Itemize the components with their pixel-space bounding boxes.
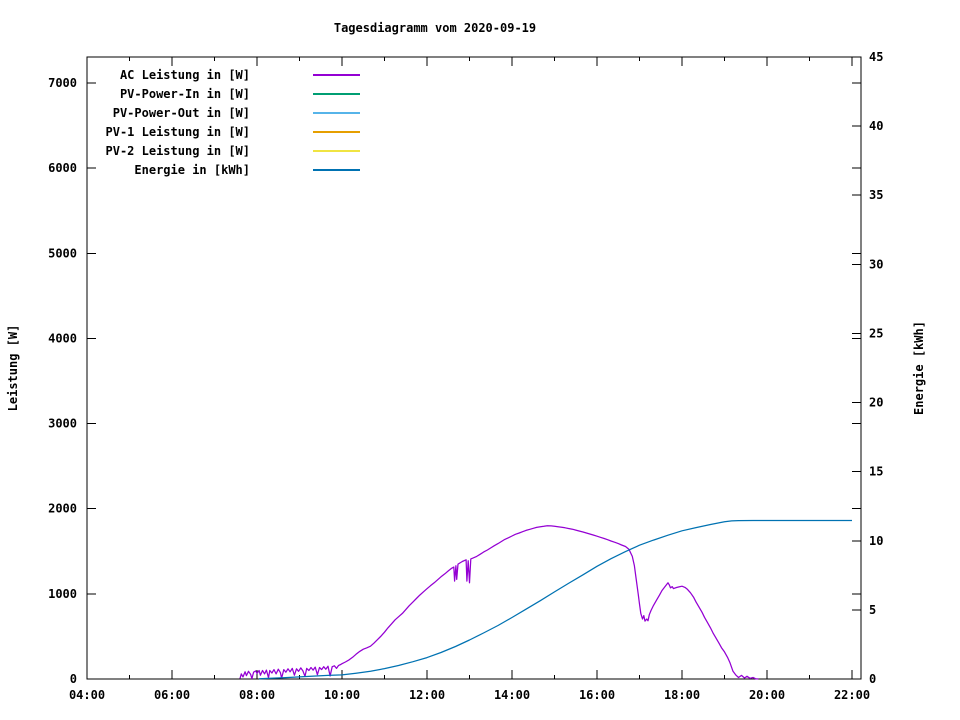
x-tick-label: 08:00 (239, 688, 275, 702)
y-left-tick-label: 4000 (48, 331, 77, 345)
series-energie-in-kwh (259, 519, 852, 680)
legend-item: PV-2 Leistung in [W] (30, 141, 360, 160)
legend-label: Energie in [kWh] (134, 162, 250, 177)
x-tick-label: 06:00 (154, 688, 190, 702)
x-tick-label: 10:00 (324, 688, 360, 702)
x-tick-label: 04:00 (69, 688, 105, 702)
legend-label: PV-Power-In in [W] (119, 86, 250, 101)
x-tick-label: 20:00 (749, 688, 785, 702)
legend-line-sample (313, 130, 360, 133)
legend-line-sample (313, 92, 360, 95)
x-tick-label: 14:00 (494, 688, 530, 702)
legend-item: AC Leistung in [W] (30, 65, 360, 84)
legend-line-sample (313, 111, 360, 114)
x-tick-label: 12:00 (409, 688, 445, 702)
legend-label: PV-Power-Out in [W] (112, 105, 250, 120)
y-right-tick-label: 35 (869, 188, 883, 202)
y-right-tick-label: 20 (869, 396, 883, 410)
y-left-tick-label: 3000 (48, 417, 77, 431)
legend: AC Leistung in [W] PV-Power-In in [W] PV-P… (30, 65, 360, 179)
y-right-tick-label: 0 (869, 672, 876, 686)
y-right-tick-label: 40 (869, 119, 883, 133)
y-right-tick-label: 25 (869, 326, 883, 340)
y-left-tick-label: 0 (70, 672, 77, 686)
y-left-tick-label: 2000 (48, 502, 77, 516)
legend-line-sample (313, 149, 360, 152)
legend-line-sample (313, 73, 360, 76)
y-right-tick-label: 10 (869, 534, 883, 548)
series-ac-leistung-in-w (239, 525, 759, 680)
legend-item: PV-Power-In in [W] (30, 84, 360, 103)
y-right-tick-label: 15 (869, 465, 883, 479)
legend-item: PV-Power-Out in [W] (30, 103, 360, 122)
x-tick-label: 22:00 (834, 688, 870, 702)
legend-item: Energie in [kWh] (30, 160, 360, 179)
y-left-tick-label: 1000 (48, 587, 77, 601)
legend-item: PV-1 Leistung in [W] (30, 122, 360, 141)
y-left-tick-label: 5000 (48, 246, 77, 260)
x-tick-label: 16:00 (579, 688, 615, 702)
legend-line-sample (313, 168, 360, 171)
y-right-tick-label: 30 (869, 257, 883, 271)
legend-label: AC Leistung in [W] (119, 67, 250, 82)
y-right-tick-label: 5 (869, 603, 876, 617)
x-tick-label: 18:00 (664, 688, 700, 702)
legend-label: PV-2 Leistung in [W] (105, 143, 251, 158)
chart-canvas: Tagesdiagramm vom 2020-09-19 Leistung [W… (0, 0, 960, 720)
legend-label: PV-1 Leistung in [W] (105, 124, 251, 139)
y-right-tick-label: 45 (869, 50, 883, 64)
